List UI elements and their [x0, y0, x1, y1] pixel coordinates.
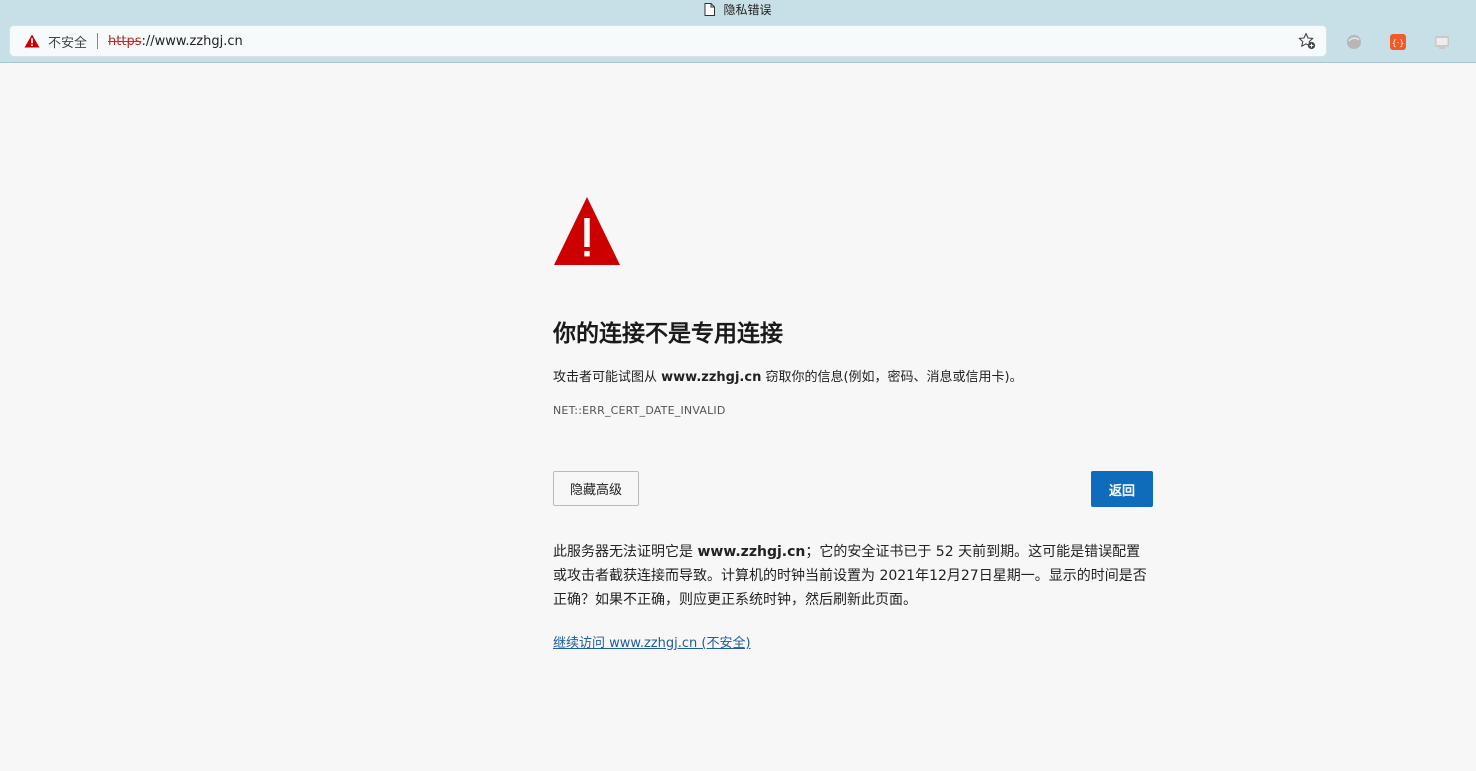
- error-code: NET::ERR_CERT_DATE_INVALID: [553, 404, 726, 417]
- details-text-before: 此服务器无法证明它是: [553, 544, 698, 560]
- warning-triangle-icon[interactable]: [24, 34, 40, 48]
- security-status-label[interactable]: 不安全: [48, 32, 87, 51]
- hide-advanced-button[interactable]: 隐藏高级: [553, 471, 639, 506]
- page-title: 你的连接不是专用连接: [553, 321, 783, 347]
- browser-toolbar: 不安全 https://www.zzhgj.cn {·}: [0, 18, 1476, 63]
- details-domain: www.zzhgj.cn: [697, 544, 806, 560]
- button-row: 隐藏高级 返回: [553, 471, 1153, 507]
- extension-gray-icon[interactable]: [1345, 33, 1363, 51]
- error-content: 你的连接不是专用连接 攻击者可能试图从 www.zzhgj.cn 窃取你的信息(…: [553, 196, 1153, 651]
- extension-orange-icon[interactable]: {·}: [1389, 33, 1407, 51]
- url-scheme[interactable]: https: [108, 34, 141, 49]
- window-title: 隐私错误: [723, 2, 772, 17]
- lead-domain: www.zzhgj.cn: [661, 370, 762, 385]
- url-host[interactable]: ://www.zzhgj.cn: [141, 34, 242, 49]
- svg-text:{·}: {·}: [1392, 39, 1405, 48]
- window-titlebar: 隐私错误: [0, 0, 1476, 18]
- add-favorite-icon[interactable]: [1298, 32, 1316, 50]
- address-separator: [97, 33, 99, 49]
- document-icon: [704, 2, 716, 16]
- address-bar[interactable]: 不安全 https://www.zzhgj.cn: [10, 26, 1326, 56]
- details-text: 此服务器无法证明它是 www.zzhgj.cn；它的安全证书已于 52 天前到期…: [553, 540, 1153, 612]
- warning-triangle-icon: [553, 196, 1153, 270]
- lead-text: 攻击者可能试图从 www.zzhgj.cn 窃取你的信息(例如，密码、消息或信用…: [553, 368, 1153, 388]
- extension-window-icon[interactable]: [1433, 33, 1451, 51]
- back-button[interactable]: 返回: [1091, 471, 1153, 507]
- lead-text-after: 窃取你的信息(例如，密码、消息或信用卡)。: [761, 370, 1023, 385]
- proceed-unsafe-link[interactable]: 继续访问 www.zzhgj.cn (不安全): [553, 632, 751, 651]
- lead-text-before: 攻击者可能试图从: [553, 370, 662, 385]
